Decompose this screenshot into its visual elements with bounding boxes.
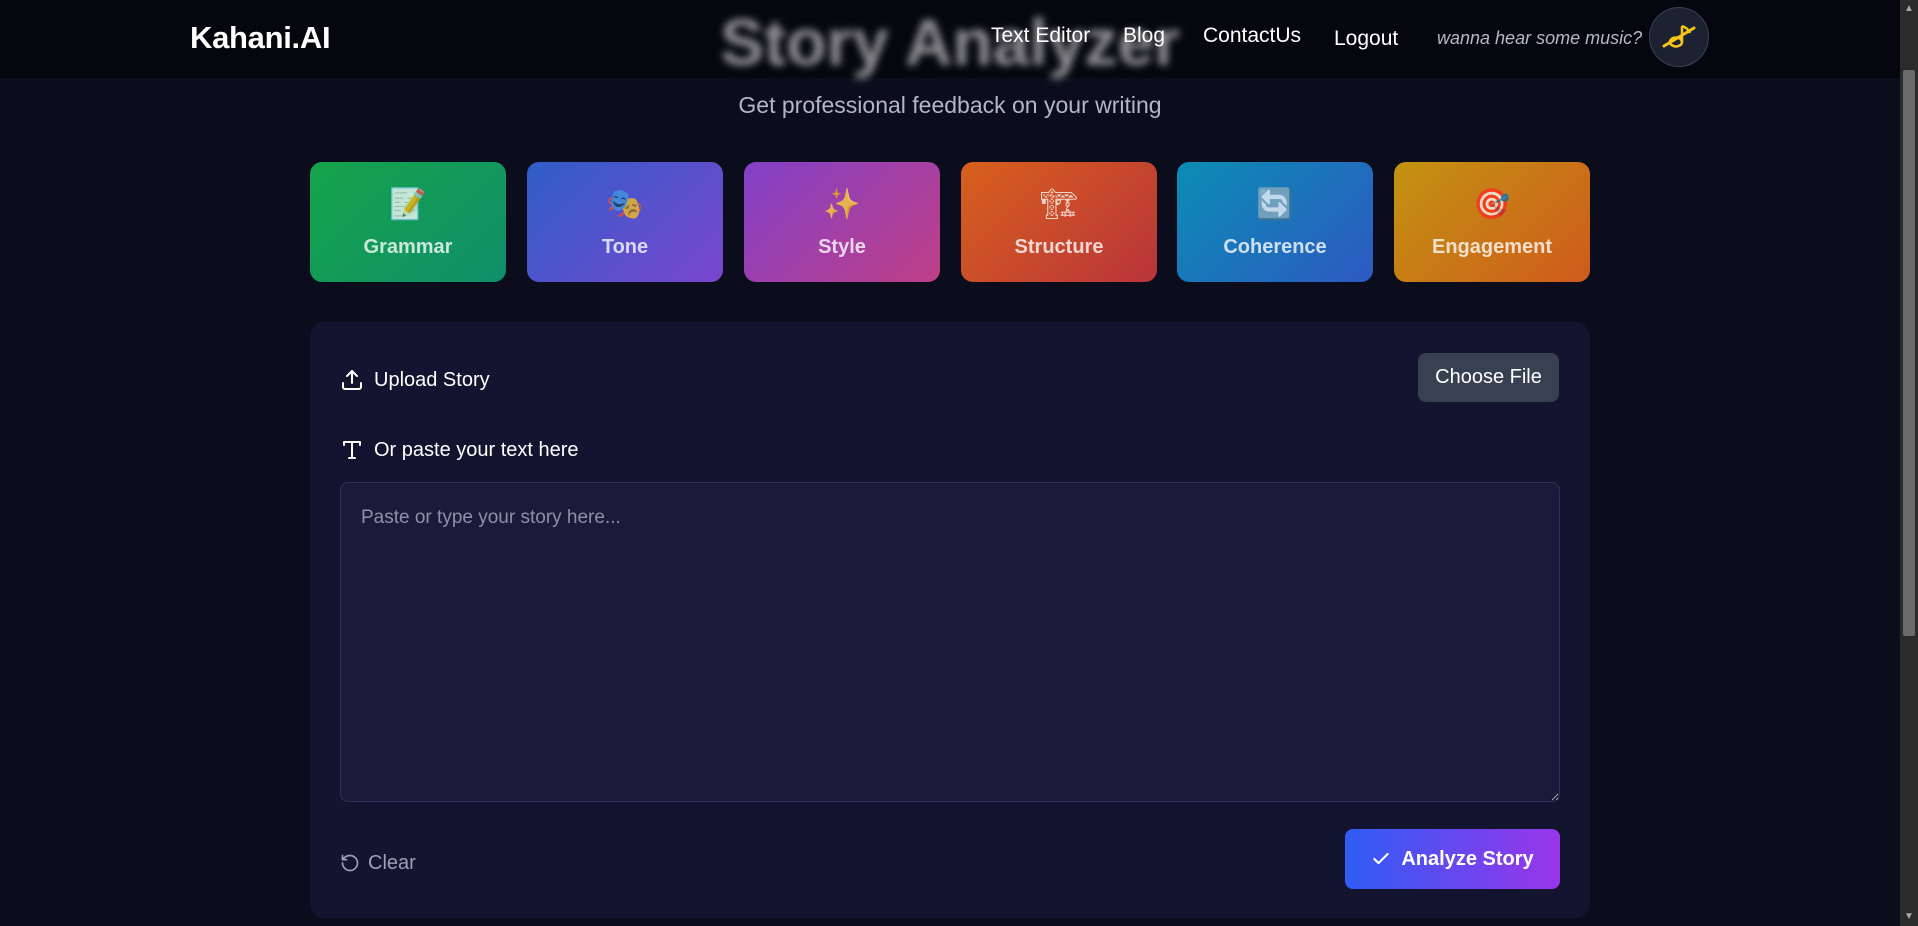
clear-button[interactable]: Clear — [340, 847, 416, 879]
logout-button[interactable]: Logout — [1334, 27, 1398, 51]
choose-file-button[interactable]: Choose File — [1418, 353, 1559, 402]
memo-icon: 📝 — [389, 188, 427, 221]
category-card-coherence[interactable]: 🔄 Coherence — [1177, 162, 1373, 282]
page-subtitle: Get professional feedback on your writin… — [738, 92, 1162, 118]
refresh-icon: 🔄 — [1256, 188, 1294, 221]
text-type-icon — [343, 441, 361, 459]
category-label: Structure — [1014, 236, 1104, 258]
upload-icon — [342, 370, 362, 390]
paste-text-row: Or paste your text here — [340, 434, 579, 466]
sparkles-icon: ✨ — [823, 188, 861, 221]
nav-link-blog[interactable]: Blog — [1123, 24, 1165, 48]
nav-link-text-editor[interactable]: Text Editor — [991, 24, 1090, 48]
clear-label: Clear — [368, 851, 416, 874]
scrollbar-thumb[interactable] — [1903, 70, 1915, 636]
category-label: Style — [818, 236, 866, 258]
nav-link-contact[interactable]: ContactUs — [1203, 24, 1301, 48]
category-label: Tone — [601, 236, 649, 258]
upload-story-label: Upload Story — [374, 368, 490, 391]
category-label: Engagement — [1431, 236, 1553, 258]
scroll-up-arrow-icon[interactable]: ▲ — [1900, 0, 1918, 18]
upload-story-row: Upload Story — [340, 364, 490, 396]
check-icon — [1373, 852, 1390, 865]
reset-icon — [341, 854, 359, 872]
category-card-grammar[interactable]: 📝 Grammar — [310, 162, 506, 282]
category-card-tone[interactable]: 🎭 Tone — [527, 162, 723, 282]
music-toggle-button[interactable] — [1649, 7, 1709, 67]
analyze-story-label: Analyze Story — [1401, 847, 1534, 870]
muted-music-icon — [1662, 24, 1696, 48]
category-label: Coherence — [1223, 236, 1327, 258]
category-card-style[interactable]: ✨ Style — [744, 162, 940, 282]
building-icon: 🏗 — [1039, 188, 1079, 221]
story-textarea[interactable] — [340, 482, 1560, 802]
target-icon: 🎯 — [1473, 188, 1511, 221]
category-label: Grammar — [363, 236, 453, 258]
masks-icon: 🎭 — [606, 188, 644, 221]
story-input-panel: Upload Story Choose File Or paste your t… — [310, 322, 1590, 918]
paste-text-label: Or paste your text here — [374, 438, 579, 461]
category-card-engagement[interactable]: 🎯 Engagement — [1394, 162, 1590, 282]
analyze-story-button[interactable]: Analyze Story — [1345, 829, 1560, 889]
category-card-structure[interactable]: 🏗 Structure — [961, 162, 1157, 282]
music-prompt: wanna hear some music? — [1437, 28, 1643, 48]
page-scrollbar[interactable]: ▲ ▼ — [1900, 0, 1918, 926]
scroll-down-arrow-icon[interactable]: ▼ — [1900, 908, 1918, 926]
app-root: Kahani.AI Story Analyzer Text Editor Blo… — [0, 0, 1918, 926]
